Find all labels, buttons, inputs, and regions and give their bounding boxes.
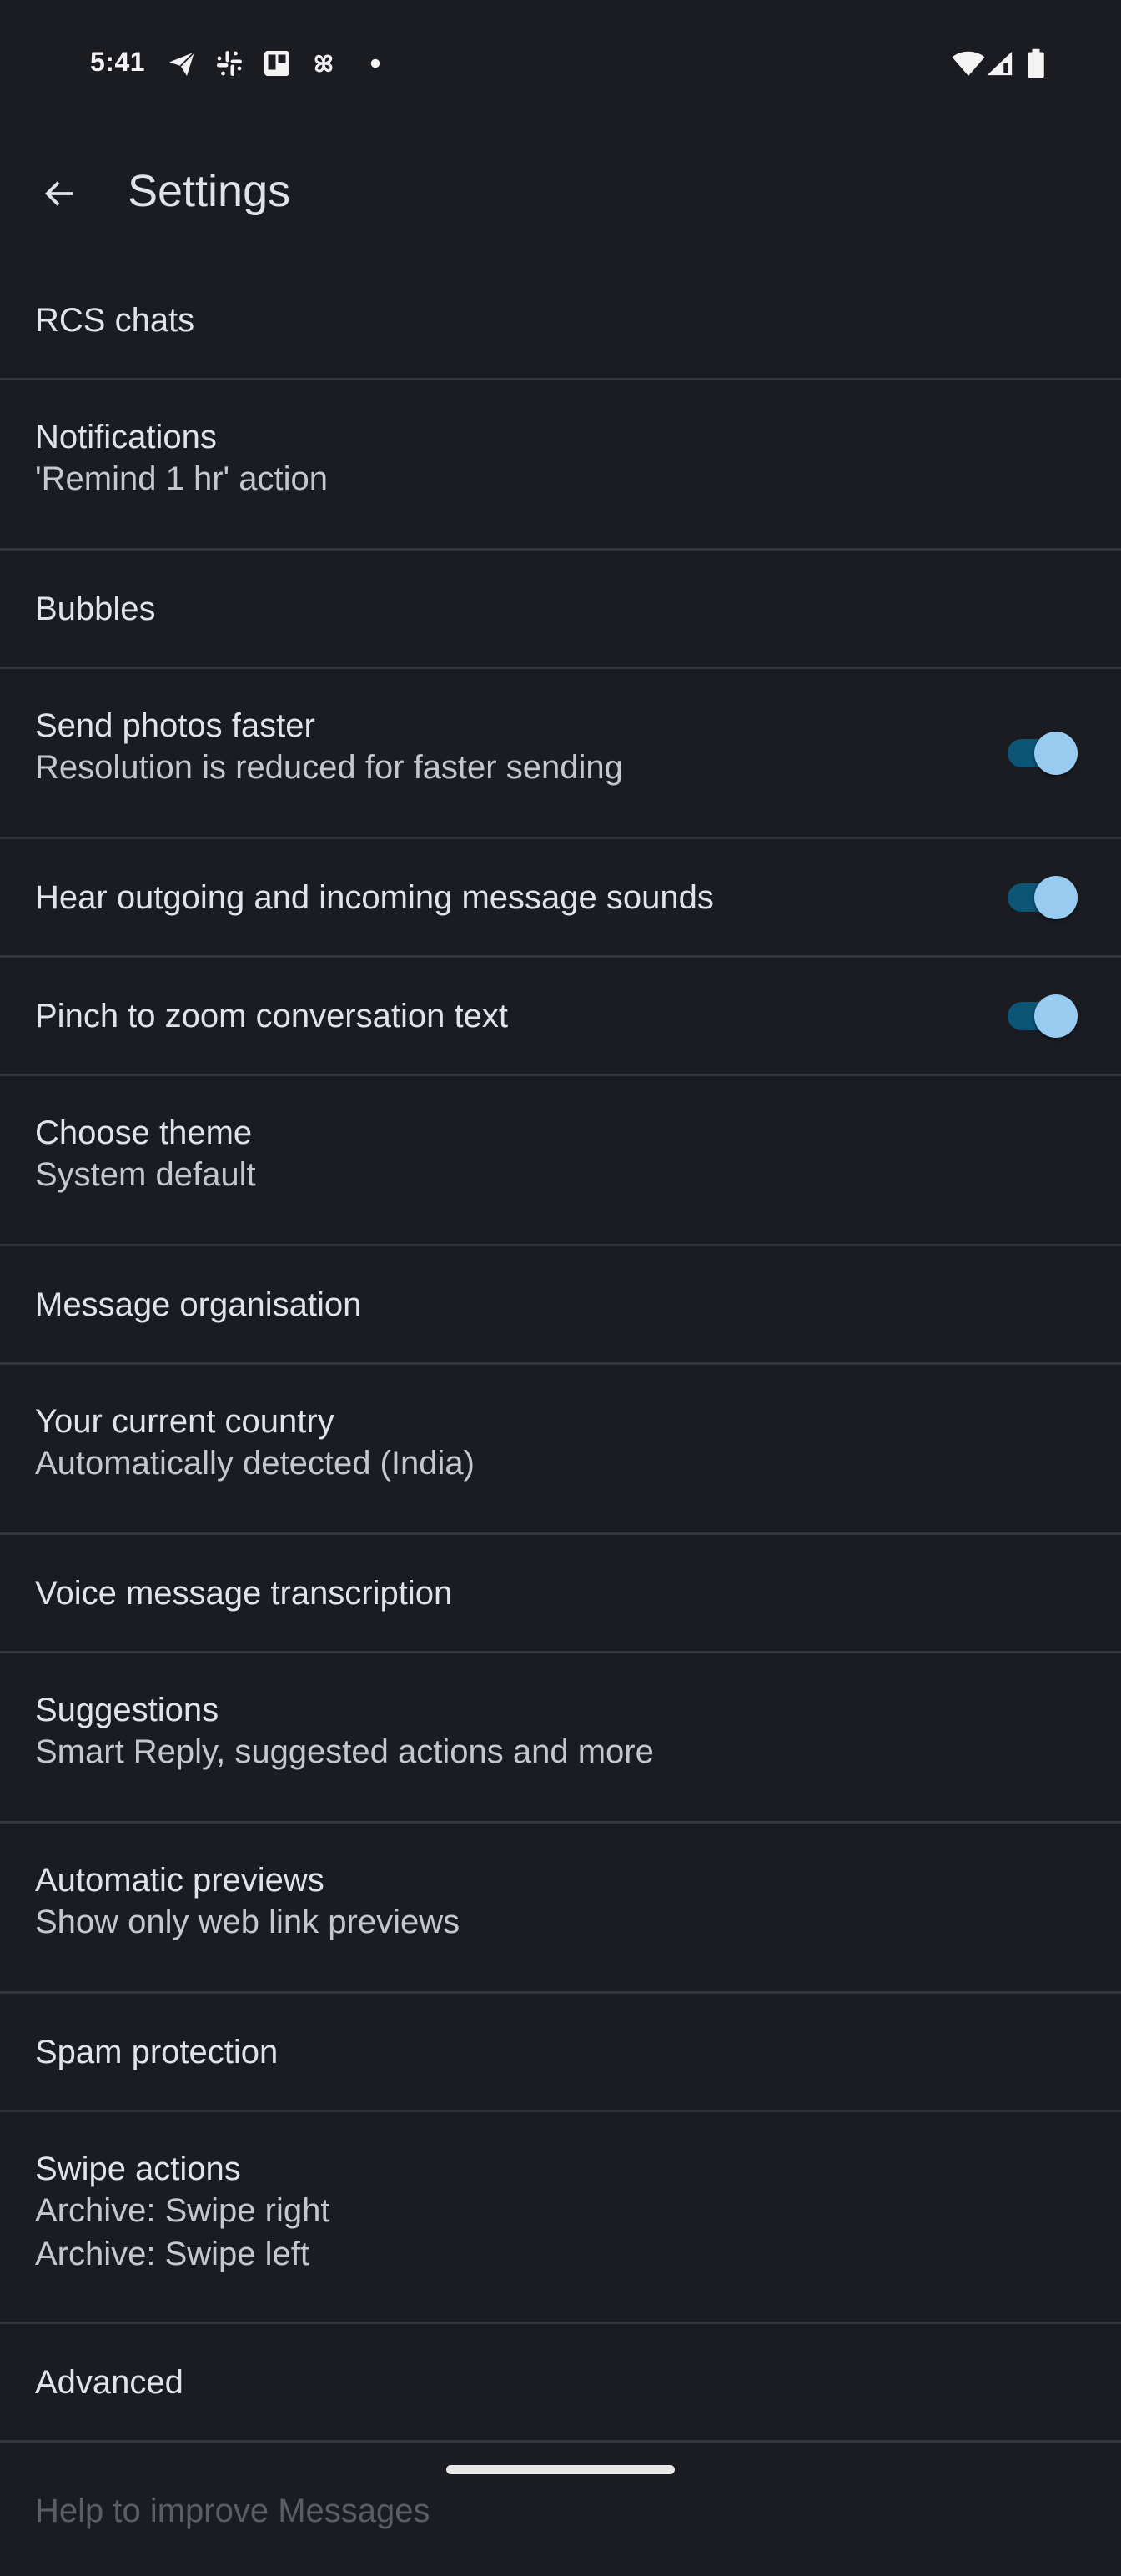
setting-summary: Archive: Swipe right [35, 2192, 330, 2229]
slack-icon [217, 51, 242, 76]
settings-list: RCS chats Notifications 'Remind 1 hr' ac… [0, 262, 1121, 2576]
setting-summary: Archive: Swipe left [35, 2236, 310, 2272]
setting-title: Help to improve Messages [35, 2493, 430, 2529]
status-bar: 5:41 [0, 0, 1121, 125]
setting-summary: Resolution is reduced for faster sending [35, 749, 623, 786]
setting-summary: Automatically detected (India) [35, 1445, 475, 1482]
setting-title: Notifications [35, 419, 217, 455]
setting-voice-transcription[interactable]: Voice message transcription [0, 1535, 1121, 1653]
setting-suggestions[interactable]: Suggestions Smart Reply, suggested actio… [0, 1653, 1121, 1824]
app-bar: Settings [0, 142, 1121, 245]
cellular-signal-icon [987, 51, 1013, 76]
status-time: 5:41 [90, 47, 146, 77]
setting-title: Send photos faster [35, 707, 315, 744]
setting-rcs-chats[interactable]: RCS chats [0, 262, 1121, 380]
gesture-navigation-handle[interactable] [446, 2465, 675, 2474]
setting-send-photos-faster[interactable]: Send photos faster Resolution is reduced… [0, 669, 1121, 839]
battery-icon [1028, 48, 1044, 78]
setting-title: Pinch to zoom conversation text [35, 997, 508, 1034]
arrow-back-icon [44, 181, 73, 206]
setting-pinch-to-zoom[interactable]: Pinch to zoom conversation text [0, 958, 1121, 1076]
setting-swipe-actions[interactable]: Swipe actions Archive: Swipe right Archi… [0, 2112, 1121, 2324]
setting-title: Swipe actions [35, 2151, 241, 2187]
setting-current-country[interactable]: Your current country Automatically detec… [0, 1365, 1121, 1535]
setting-title: RCS chats [35, 301, 195, 339]
setting-message-sounds[interactable]: Hear outgoing and incoming message sound… [0, 839, 1121, 958]
setting-summary: System default [35, 1156, 256, 1193]
setting-choose-theme[interactable]: Choose theme System default [0, 1076, 1121, 1246]
setting-bubbles[interactable]: Bubbles [0, 551, 1121, 669]
setting-help-improve[interactable]: Help to improve Messages [0, 2443, 1121, 2576]
pinwheel-icon [314, 54, 333, 73]
wifi-icon [952, 51, 985, 76]
setting-title: Hear outgoing and incoming message sound… [35, 878, 714, 916]
switch-thumb [1034, 731, 1078, 775]
message-sounds-toggle[interactable] [1004, 875, 1079, 920]
setting-title: Automatic previews [35, 1862, 324, 1899]
setting-advanced[interactable]: Advanced [0, 2324, 1121, 2443]
page-title: Settings [128, 166, 291, 216]
setting-summary: 'Remind 1 hr' action [35, 460, 328, 497]
setting-notifications[interactable]: Notifications 'Remind 1 hr' action [0, 380, 1121, 551]
setting-title: Bubbles [35, 590, 156, 627]
switch-thumb [1034, 875, 1078, 919]
switch-thumb [1034, 994, 1078, 1038]
setting-title: Your current country [35, 1403, 334, 1440]
back-button[interactable] [25, 164, 95, 224]
setting-title: Voice message transcription [35, 1574, 453, 1612]
more-dot-icon [370, 58, 380, 68]
setting-spam-protection[interactable]: Spam protection [0, 1994, 1121, 2112]
telegram-icon [169, 51, 195, 76]
trello-icon [264, 51, 289, 76]
setting-title: Choose theme [35, 1114, 253, 1151]
pinch-to-zoom-toggle[interactable] [1004, 994, 1079, 1039]
setting-summary: Smart Reply, suggested actions and more [35, 1733, 654, 1770]
send-photos-faster-toggle[interactable] [1004, 731, 1079, 776]
setting-title: Message organisation [35, 1285, 362, 1323]
setting-summary: Show only web link previews [35, 1904, 460, 1940]
setting-title: Advanced [35, 2363, 183, 2401]
setting-automatic-previews[interactable]: Automatic previews Show only web link pr… [0, 1824, 1121, 1994]
setting-message-organisation[interactable]: Message organisation [0, 1246, 1121, 1365]
setting-title: Spam protection [35, 2033, 279, 2070]
setting-title: Suggestions [35, 1692, 219, 1728]
